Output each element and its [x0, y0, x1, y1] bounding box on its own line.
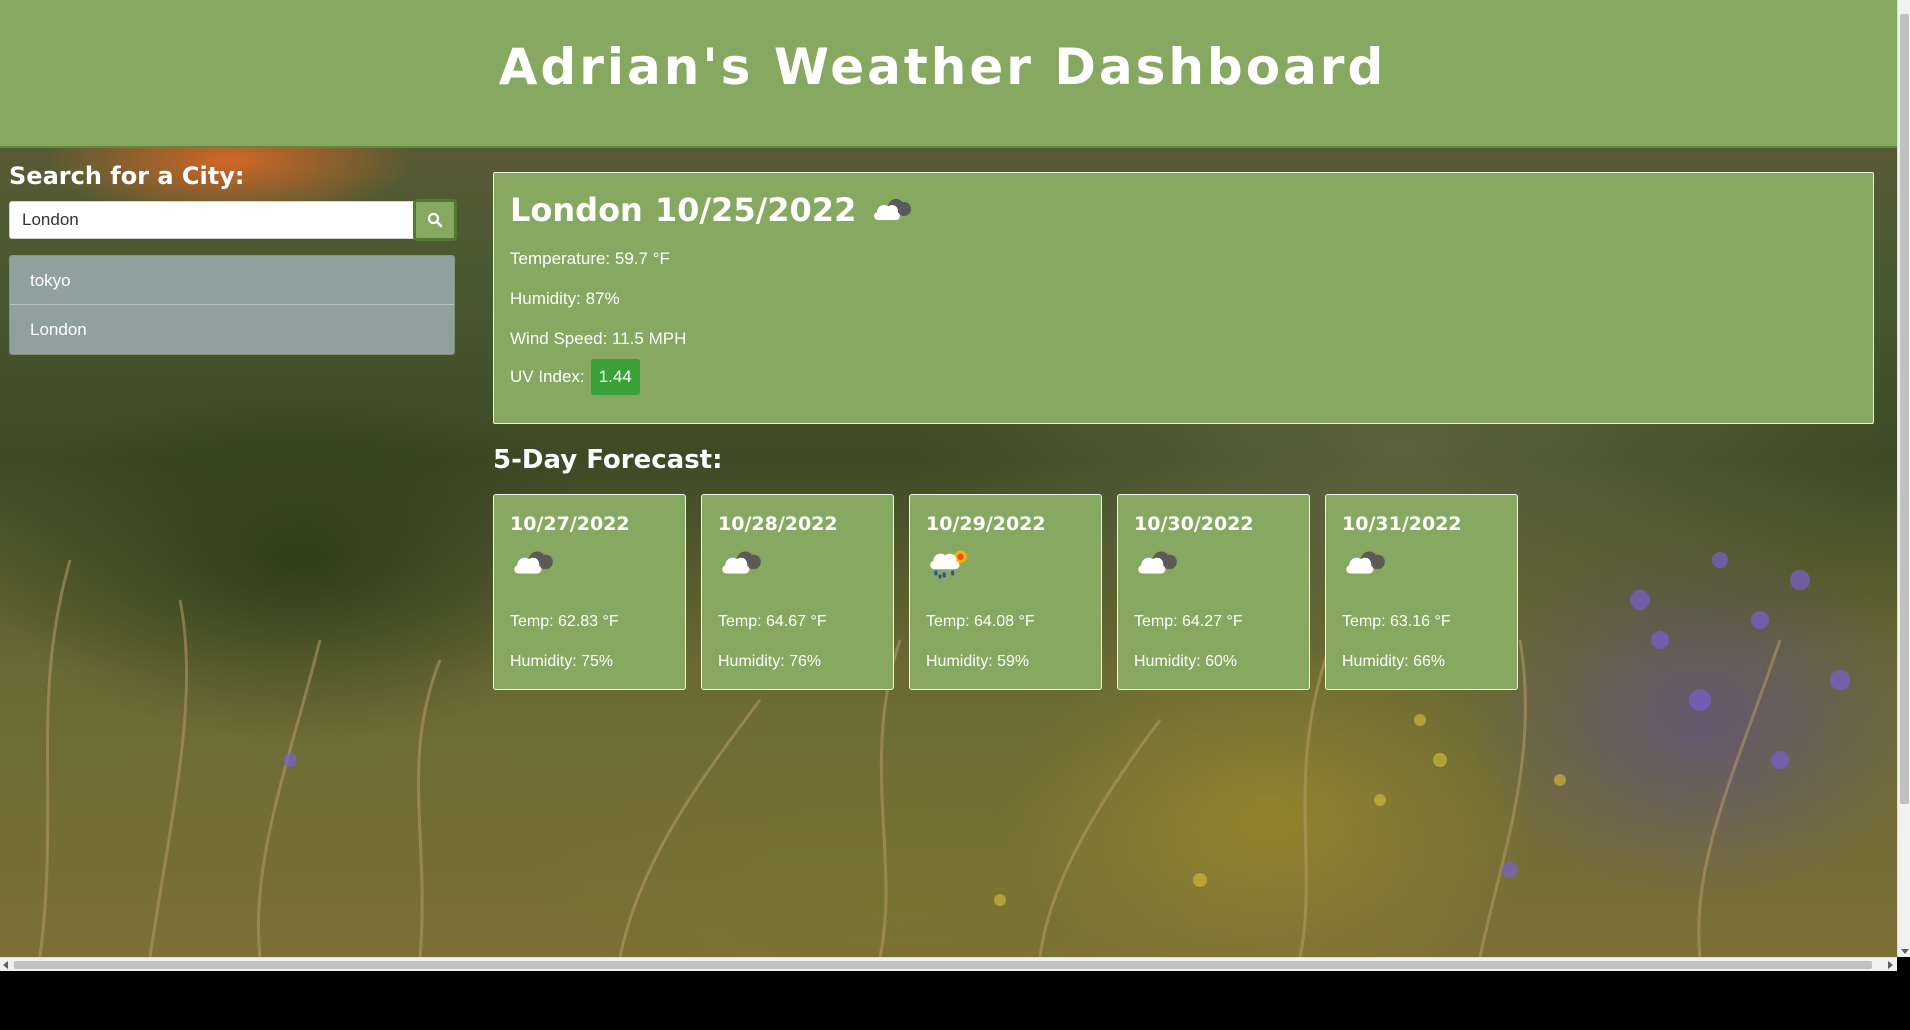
forecast-card: 10/28/2022 Temp: 64.67 °F Humidity: 76%: [701, 494, 894, 690]
search-button[interactable]: [413, 199, 457, 241]
rain-icon: [930, 550, 967, 579]
forecast-card: 10/27/2022 Temp: 62.83 °F Humidity: 75%: [493, 494, 686, 690]
forecast-temp: Temp: 64.27 °F: [1134, 613, 1243, 630]
current-temperature: Temperature: 59.7 °F: [510, 249, 670, 268]
forecast-card: 10/31/2022 Temp: 63.16 °F Humidity: 66%: [1325, 494, 1518, 690]
forecast-humidity: Humidity: 59%: [926, 653, 1030, 670]
broken-clouds-icon: [874, 199, 912, 220]
page-title: Adrian's Weather Dashboard: [498, 38, 1387, 96]
forecast-humidity: Humidity: 66%: [1342, 653, 1446, 670]
scroll-down-arrow-icon[interactable]: [1901, 949, 1909, 954]
history-item[interactable]: tokyo: [10, 256, 454, 305]
current-weather-title: London 10/25/2022: [510, 191, 914, 229]
forecast-date: 10/27/2022: [510, 513, 630, 535]
broken-clouds-icon: [722, 551, 761, 574]
current-date: 10/25/2022: [654, 191, 857, 229]
scroll-right-arrow-icon[interactable]: [1888, 961, 1893, 969]
forecast-date: 10/29/2022: [926, 513, 1046, 535]
current-uv-index: UV Index: 1.44: [510, 359, 640, 395]
current-humidity: Humidity: 87%: [510, 289, 620, 308]
vertical-scrollbar[interactable]: [1897, 0, 1910, 957]
search-heading: Search for a City:: [9, 162, 245, 190]
scroll-left-arrow-icon[interactable]: [3, 961, 8, 969]
site-header: Adrian's Weather Dashboard: [0, 0, 1897, 148]
vertical-scrollbar-thumb[interactable]: [1900, 14, 1909, 804]
page-viewport: Adrian's Weather Dashboard Search for a …: [0, 0, 1897, 957]
horizontal-scrollbar-thumb[interactable]: [14, 961, 1872, 969]
search-icon: [427, 212, 443, 228]
broken-clouds-icon: [1346, 551, 1385, 574]
current-weather-card: London 10/25/2022 Temperature: 59.7 °F H…: [493, 172, 1874, 424]
city-search-input[interactable]: [9, 201, 414, 239]
horizontal-scrollbar[interactable]: [0, 957, 1897, 971]
forecast-date: 10/31/2022: [1342, 513, 1462, 535]
forecast-date: 10/28/2022: [718, 513, 838, 535]
forecast-humidity: Humidity: 76%: [718, 653, 822, 670]
uv-index-label: UV Index:: [510, 367, 585, 386]
forecast-temp: Temp: 63.16 °F: [1342, 613, 1451, 630]
current-city: London: [510, 191, 643, 229]
forecast-temp: Temp: 62.83 °F: [510, 613, 619, 630]
broken-clouds-icon: [1138, 551, 1177, 574]
forecast-card: 10/30/2022 Temp: 64.27 °F Humidity: 60%: [1117, 494, 1310, 690]
history-item[interactable]: London: [10, 305, 454, 354]
forecast-humidity: Humidity: 75%: [510, 653, 614, 670]
broken-clouds-icon: [514, 551, 553, 574]
search-history-list: tokyo London: [9, 255, 455, 355]
forecast-date: 10/30/2022: [1134, 513, 1254, 535]
forecast-temp: Temp: 64.08 °F: [926, 613, 1035, 630]
forecast-heading: 5-Day Forecast:: [493, 445, 723, 475]
forecast-card: 10/29/2022 Temp: 64.08 °F Humidity: 59%: [909, 494, 1102, 690]
forecast-temp: Temp: 64.67 °F: [718, 613, 827, 630]
current-wind-speed: Wind Speed: 11.5 MPH: [510, 329, 687, 348]
uv-index-badge: 1.44: [590, 359, 640, 395]
forecast-humidity: Humidity: 60%: [1134, 653, 1238, 670]
